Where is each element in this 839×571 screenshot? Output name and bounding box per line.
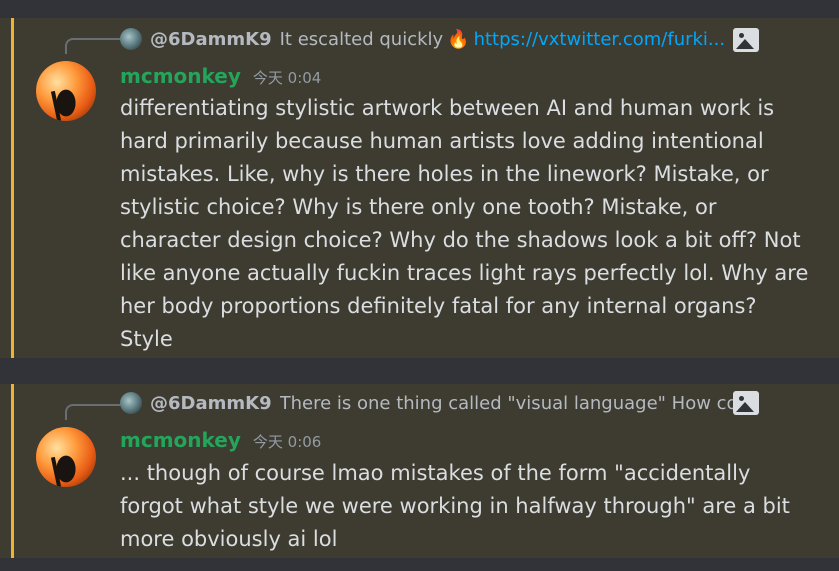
reply-text: It escalted quickly xyxy=(279,28,444,50)
reply-avatar xyxy=(120,392,142,414)
username[interactable]: mcmonkey xyxy=(120,428,241,452)
username[interactable]: mcmonkey xyxy=(120,64,241,88)
message-content: ... though of course lmao mistakes of th… xyxy=(120,461,797,551)
image-icon[interactable] xyxy=(733,28,759,52)
reply-preview[interactable]: @6DammK9 There is one thing called "visu… xyxy=(120,388,754,418)
message-header: mcmonkey 今天 0:06 xyxy=(120,428,321,452)
reply-link[interactable]: https://vxtwitter.com/furki... xyxy=(474,29,726,50)
reply-author[interactable]: @6DammK9 xyxy=(150,393,272,414)
avatar[interactable] xyxy=(36,61,96,121)
message-content: differentiating stylistic artwork betwee… xyxy=(120,96,816,351)
timestamp: 今天 0:06 xyxy=(252,433,322,451)
message-1: @6DammK9 It escalted quickly 🔥 https://v… xyxy=(0,18,839,358)
message-2: @6DammK9 There is one thing called "visu… xyxy=(0,384,839,558)
image-icon[interactable] xyxy=(733,391,759,415)
reply-spine xyxy=(65,404,122,420)
reply-author[interactable]: @6DammK9 xyxy=(150,29,272,50)
message-header: mcmonkey 今天 0:04 xyxy=(120,64,321,88)
fire-emoji: 🔥 xyxy=(447,28,470,50)
reply-text: There is one thing called "visual langua… xyxy=(279,392,755,414)
reply-avatar xyxy=(120,28,142,50)
reply-spine xyxy=(65,38,122,54)
reply-preview[interactable]: @6DammK9 It escalted quickly 🔥 https://v… xyxy=(120,24,725,54)
timestamp: 今天 0:04 xyxy=(252,69,322,87)
avatar[interactable] xyxy=(36,427,96,487)
